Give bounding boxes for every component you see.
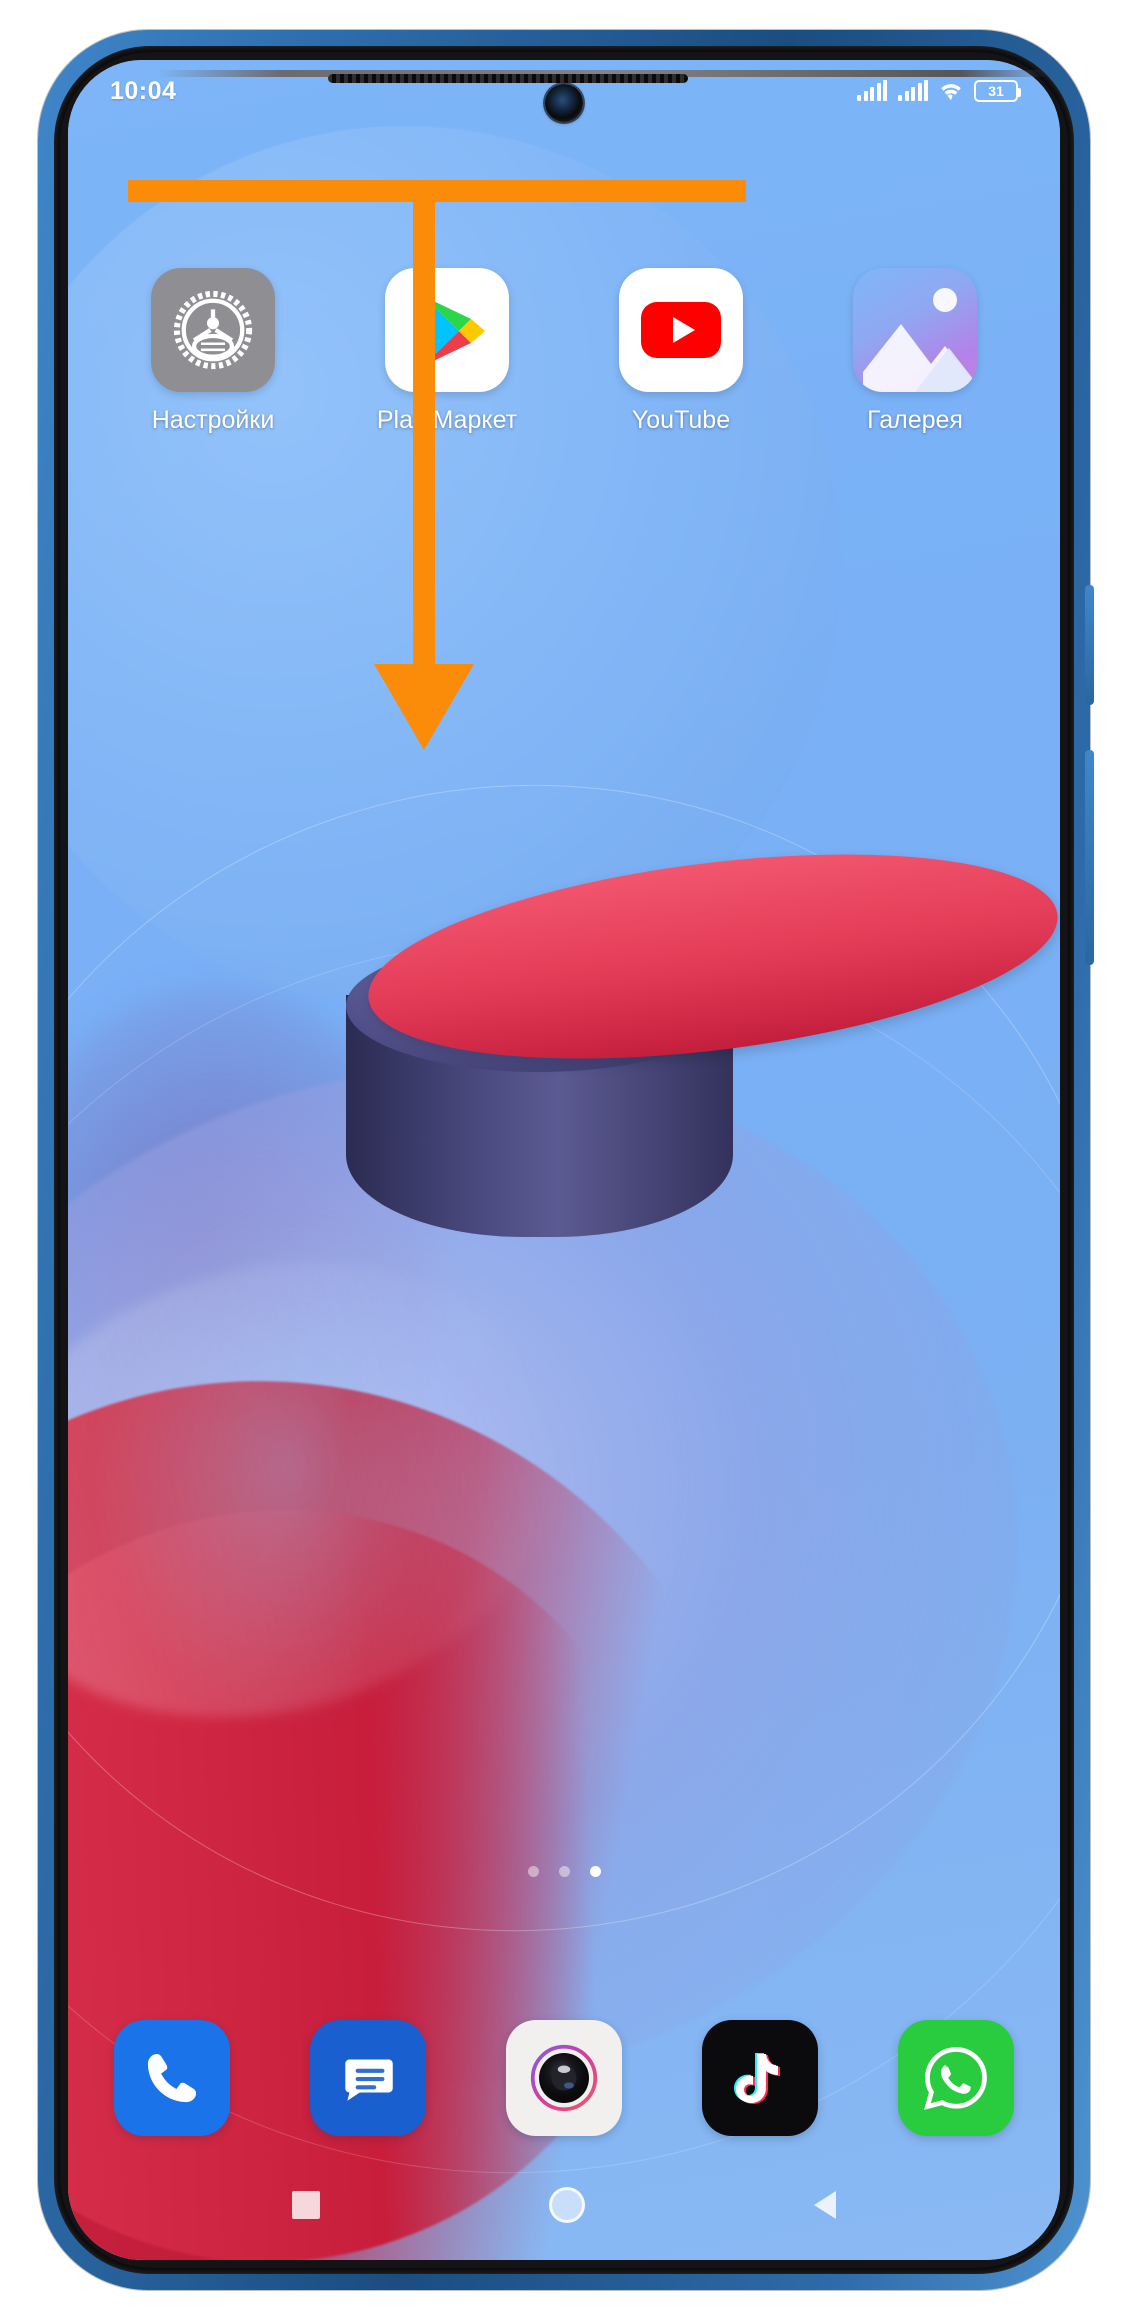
battery-level-text: 31 (988, 83, 1004, 99)
page-dot-1[interactable] (527, 1866, 539, 1877)
volume-button[interactable] (1085, 750, 1094, 965)
page-dot-2[interactable] (558, 1866, 570, 1877)
phone-screen[interactable]: 10:04 31 Настройки Play Маркет YouTube Г… (68, 60, 1060, 2260)
earpiece-speaker-grille (328, 74, 688, 83)
back-triangle-icon[interactable] (813, 2191, 836, 2219)
tiktok-note-icon[interactable] (702, 2020, 818, 2136)
app-label-play-market: Play Маркет (376, 406, 518, 434)
youtube-icon[interactable] (619, 268, 743, 392)
phone-handset-icon[interactable] (114, 2020, 230, 2136)
app-item-settings[interactable]: Настройки (96, 268, 330, 435)
home-circle-icon[interactable] (548, 2187, 585, 2223)
app-label-settings: Настройки (151, 406, 275, 434)
page-dot-3-active[interactable] (589, 1866, 601, 1877)
google-play-icon[interactable] (385, 268, 509, 392)
app-item-gallery[interactable]: Галерея (798, 268, 1032, 435)
message-bubble-icon[interactable] (310, 2020, 426, 2136)
phone-device-frame: 10:04 31 Настройки Play Маркет YouTube Г… (38, 30, 1094, 2290)
power-button[interactable] (1085, 585, 1094, 705)
gallery-icon[interactable] (853, 268, 977, 392)
settings-gear-icon[interactable] (151, 268, 275, 392)
recents-square-icon[interactable] (292, 2191, 321, 2219)
dock (68, 2020, 1060, 2136)
camera-lens-icon[interactable] (506, 2020, 622, 2136)
status-clock: 10:04 (110, 76, 177, 105)
signal-bars-sim1-icon (857, 80, 887, 101)
youtube-play-body (641, 302, 721, 358)
app-item-youtube[interactable]: YouTube (564, 268, 798, 435)
app-label-youtube: YouTube (631, 406, 731, 434)
wifi-icon (939, 82, 963, 101)
whatsapp-icon[interactable] (898, 2020, 1014, 2136)
app-label-gallery: Галерея (867, 406, 963, 434)
signal-bars-sim2-icon (898, 80, 928, 101)
app-item-play-market[interactable]: Play Маркет (330, 268, 564, 435)
status-icons-group: 31 (857, 80, 1021, 102)
battery-icon: 31 (974, 80, 1021, 102)
navigation-bar (68, 2168, 1060, 2242)
page-indicator (68, 1866, 1060, 1877)
app-grid: Настройки Play Маркет YouTube Галерея (68, 268, 1060, 435)
front-camera-punch-hole (545, 84, 583, 122)
